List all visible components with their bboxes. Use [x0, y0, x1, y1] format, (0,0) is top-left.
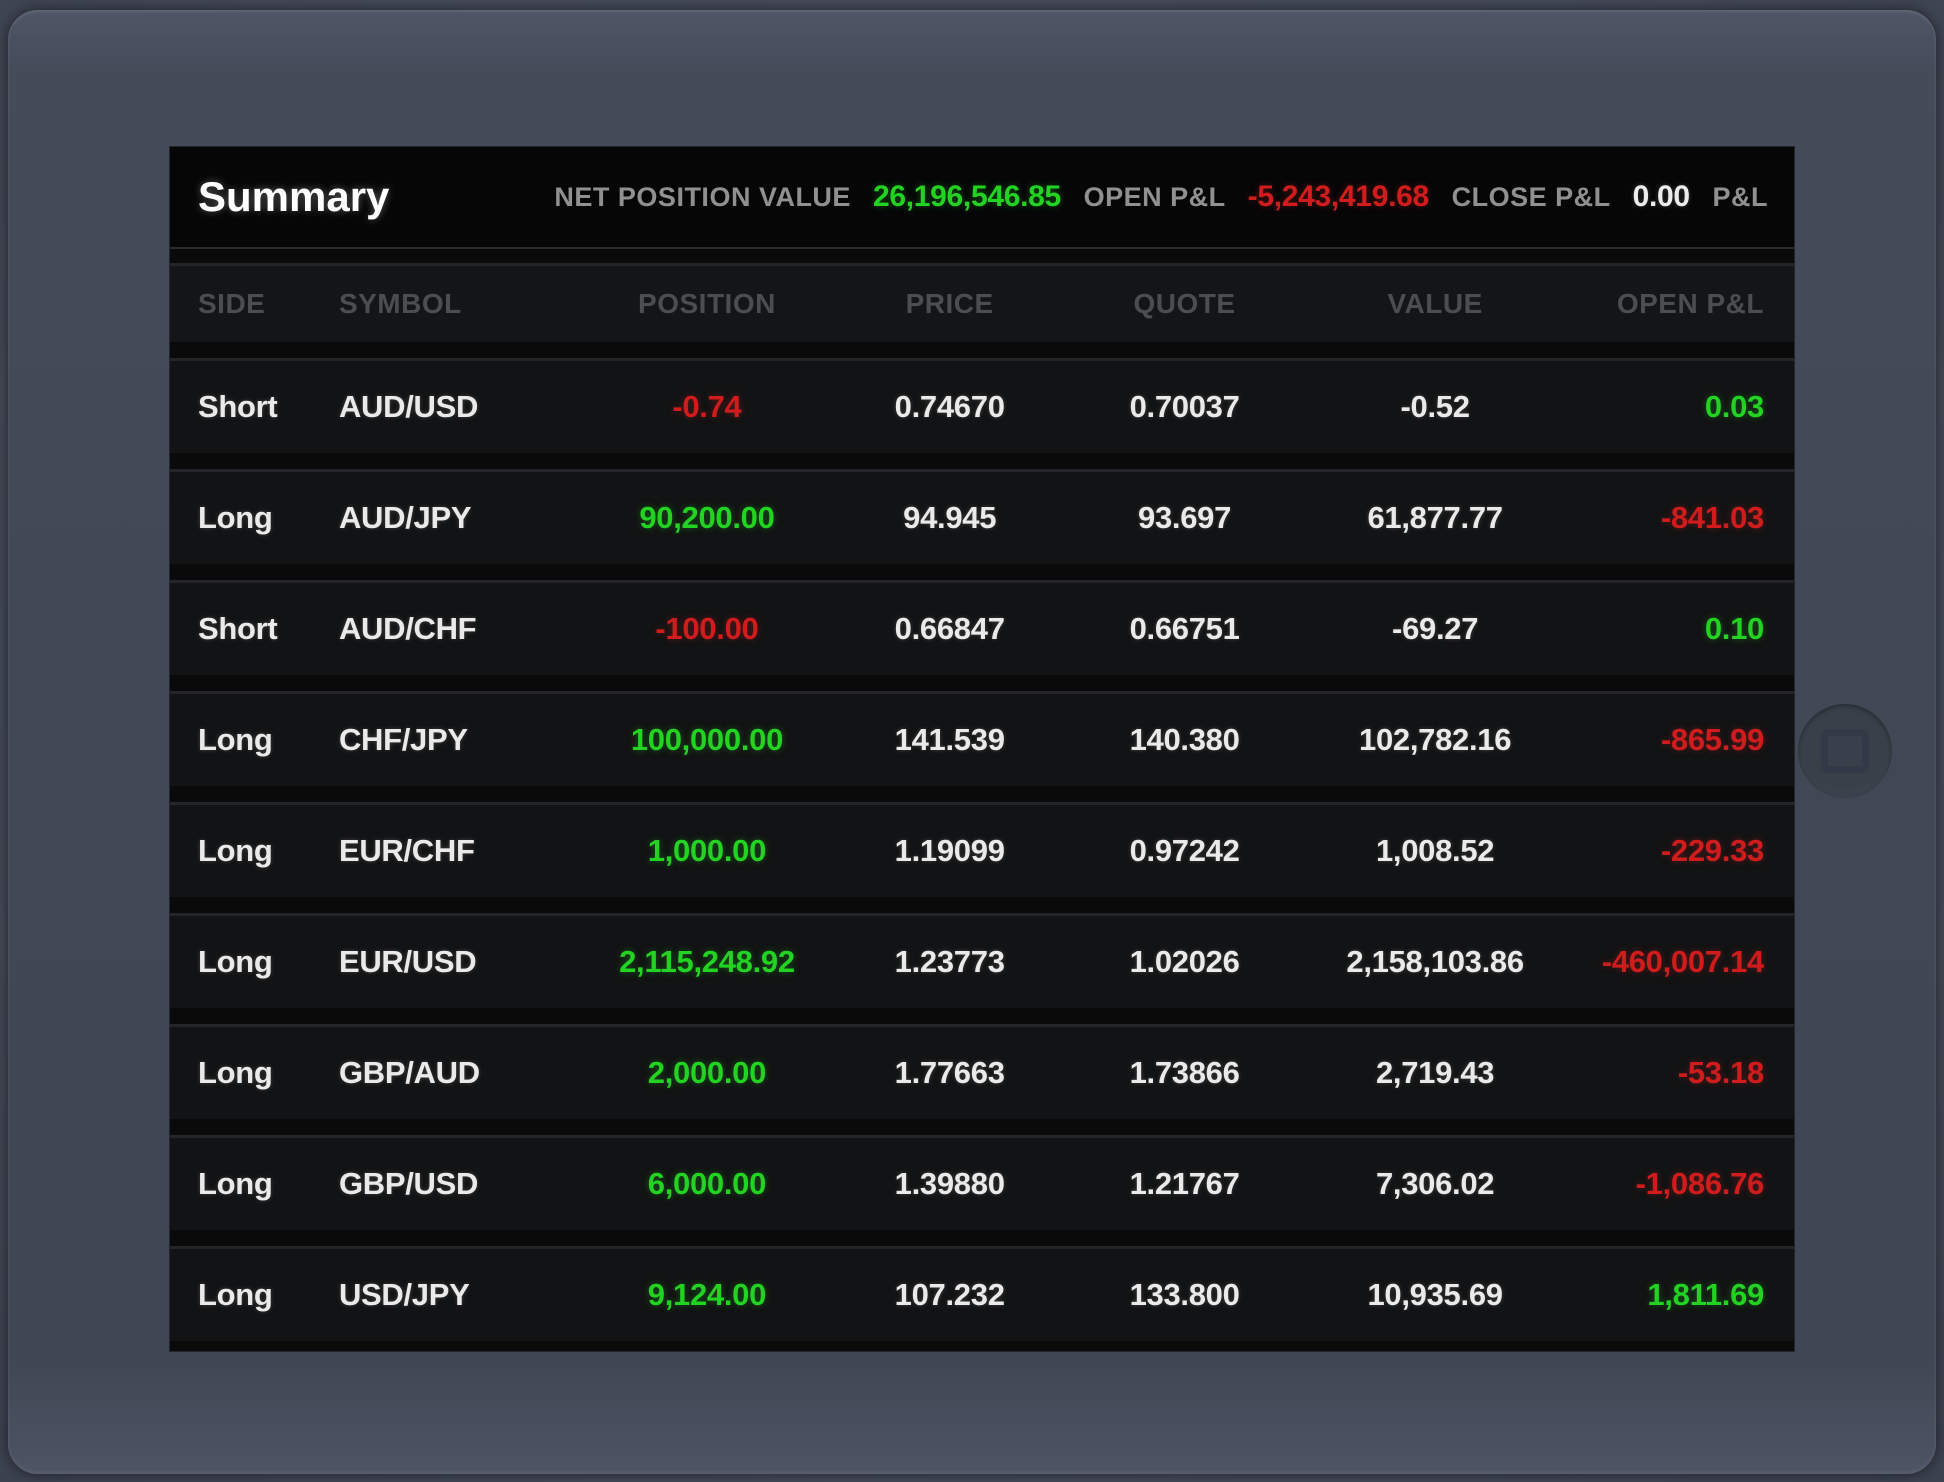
metric-net-position-value: NET POSITION VALUE 26,196,546.85 [554, 180, 1060, 214]
cell-side: Long [198, 833, 339, 869]
pl-column-label: P&L [1712, 182, 1768, 213]
table-row[interactable]: Long CHF/JPY 100,000.00 141.539 140.380 … [170, 691, 1794, 786]
cell-value: -0.52 [1310, 389, 1561, 425]
trading-app-screen: Summary NET POSITION VALUE 26,196,546.85… [170, 147, 1794, 1351]
cell-price: 94.945 [840, 500, 1059, 536]
cell-quote: 0.66751 [1059, 611, 1310, 647]
table-row[interactable]: Long AUD/JPY 90,200.00 94.945 93.697 61,… [170, 469, 1794, 564]
cell-position: 6,000.00 [574, 1166, 840, 1202]
table-row[interactable]: Short AUD/USD -0.74 0.74670 0.70037 -0.5… [170, 358, 1794, 453]
cell-position: 2,000.00 [574, 1055, 840, 1091]
cell-position: 2,115,248.92 [574, 944, 840, 980]
column-header-position: POSITION [574, 288, 840, 320]
home-button-icon [1821, 729, 1869, 773]
cell-position: 9,124.00 [574, 1277, 840, 1313]
cell-quote: 1.21767 [1059, 1166, 1310, 1202]
metric-label: CLOSE P&L [1452, 182, 1611, 213]
metric-value: 26,196,546.85 [873, 180, 1061, 214]
column-header-value: VALUE [1310, 288, 1561, 320]
cell-symbol: AUD/JPY [339, 500, 574, 536]
cell-quote: 140.380 [1059, 722, 1310, 758]
column-header-price: PRICE [840, 288, 1059, 320]
home-button[interactable] [1798, 704, 1892, 798]
cell-quote: 0.70037 [1059, 389, 1310, 425]
table-row[interactable]: Long USD/JPY 9,124.00 107.232 133.800 10… [170, 1246, 1794, 1341]
table-row[interactable]: Long GBP/AUD 2,000.00 1.77663 1.73866 2,… [170, 1024, 1794, 1119]
column-header-symbol: SYMBOL [339, 288, 574, 320]
cell-quote: 0.97242 [1059, 833, 1310, 869]
cell-side: Long [198, 722, 339, 758]
cell-value: 102,782.16 [1310, 722, 1561, 758]
table-row[interactable]: Long GBP/USD 6,000.00 1.39880 1.21767 7,… [170, 1135, 1794, 1230]
cell-open-pl: 0.03 [1560, 389, 1764, 425]
cell-open-pl: -841.03 [1560, 500, 1764, 536]
cell-price: 1.23773 [840, 944, 1059, 980]
desktop-background: Summary NET POSITION VALUE 26,196,546.85… [0, 0, 1944, 1482]
cell-side: Long [198, 944, 339, 980]
cell-position: -0.74 [574, 389, 840, 425]
column-header-side: SIDE [198, 288, 339, 320]
table-row[interactable]: Long EUR/USD 2,115,248.92 1.23773 1.0202… [170, 913, 1794, 1008]
cell-quote: 133.800 [1059, 1277, 1310, 1313]
cell-position: 90,200.00 [574, 500, 840, 536]
metric-value: 0.00 [1633, 180, 1690, 214]
cell-position: -100.00 [574, 611, 840, 647]
cell-quote: 93.697 [1059, 500, 1310, 536]
cell-price: 107.232 [840, 1277, 1059, 1313]
cell-open-pl: -53.18 [1560, 1055, 1764, 1091]
column-header-open-pl: OPEN P&L [1560, 288, 1764, 320]
cell-symbol: GBP/AUD [339, 1055, 574, 1091]
cell-symbol: AUD/USD [339, 389, 574, 425]
metric-open-pl: OPEN P&L -5,243,419.68 [1084, 180, 1429, 214]
cell-value: 7,306.02 [1310, 1166, 1561, 1202]
cell-side: Short [198, 389, 339, 425]
cell-open-pl: 1,811.69 [1560, 1277, 1764, 1313]
cell-value: 10,935.69 [1310, 1277, 1561, 1313]
cell-side: Long [198, 1055, 339, 1091]
metric-label: OPEN P&L [1084, 182, 1226, 213]
cell-value: -69.27 [1310, 611, 1561, 647]
cell-value: 1,008.52 [1310, 833, 1561, 869]
metric-close-pl: CLOSE P&L 0.00 [1452, 180, 1690, 214]
cell-symbol: EUR/CHF [339, 833, 574, 869]
cell-price: 1.39880 [840, 1166, 1059, 1202]
page-title: Summary [198, 173, 389, 221]
metric-value: -5,243,419.68 [1248, 180, 1429, 214]
cell-side: Long [198, 1277, 339, 1313]
cell-side: Short [198, 611, 339, 647]
cell-value: 61,877.77 [1310, 500, 1561, 536]
cell-price: 0.74670 [840, 389, 1059, 425]
metric-label: NET POSITION VALUE [554, 182, 851, 213]
cell-quote: 1.02026 [1059, 944, 1310, 980]
cell-position: 1,000.00 [574, 833, 840, 869]
tablet-bezel: Summary NET POSITION VALUE 26,196,546.85… [8, 10, 1936, 1474]
header-metrics: NET POSITION VALUE 26,196,546.85 OPEN P&… [554, 180, 1768, 214]
cell-side: Long [198, 1166, 339, 1202]
column-header-quote: QUOTE [1059, 288, 1310, 320]
cell-position: 100,000.00 [574, 722, 840, 758]
cell-value: 2,158,103.86 [1310, 944, 1561, 980]
table-column-header: SIDE SYMBOL POSITION PRICE QUOTE VALUE O… [170, 263, 1794, 342]
cell-open-pl: -865.99 [1560, 722, 1764, 758]
cell-price: 1.19099 [840, 833, 1059, 869]
summary-header-bar: Summary NET POSITION VALUE 26,196,546.85… [170, 147, 1794, 249]
table-row[interactable]: Long EUR/CHF 1,000.00 1.19099 0.97242 1,… [170, 802, 1794, 897]
cell-open-pl: 0.10 [1560, 611, 1764, 647]
cell-symbol: EUR/USD [339, 944, 574, 980]
table-row[interactable]: Short AUD/CHF -100.00 0.66847 0.66751 -6… [170, 580, 1794, 675]
cell-quote: 1.73866 [1059, 1055, 1310, 1091]
cell-open-pl: -460,007.14 [1560, 944, 1764, 980]
cell-open-pl: -1,086.76 [1560, 1166, 1764, 1202]
cell-symbol: AUD/CHF [339, 611, 574, 647]
cell-open-pl: -229.33 [1560, 833, 1764, 869]
cell-price: 0.66847 [840, 611, 1059, 647]
cell-value: 2,719.43 [1310, 1055, 1561, 1091]
cell-symbol: CHF/JPY [339, 722, 574, 758]
cell-price: 141.539 [840, 722, 1059, 758]
cell-symbol: GBP/USD [339, 1166, 574, 1202]
cell-price: 1.77663 [840, 1055, 1059, 1091]
cell-symbol: USD/JPY [339, 1277, 574, 1313]
table-body: Short AUD/USD -0.74 0.74670 0.70037 -0.5… [170, 358, 1794, 1341]
cell-side: Long [198, 500, 339, 536]
